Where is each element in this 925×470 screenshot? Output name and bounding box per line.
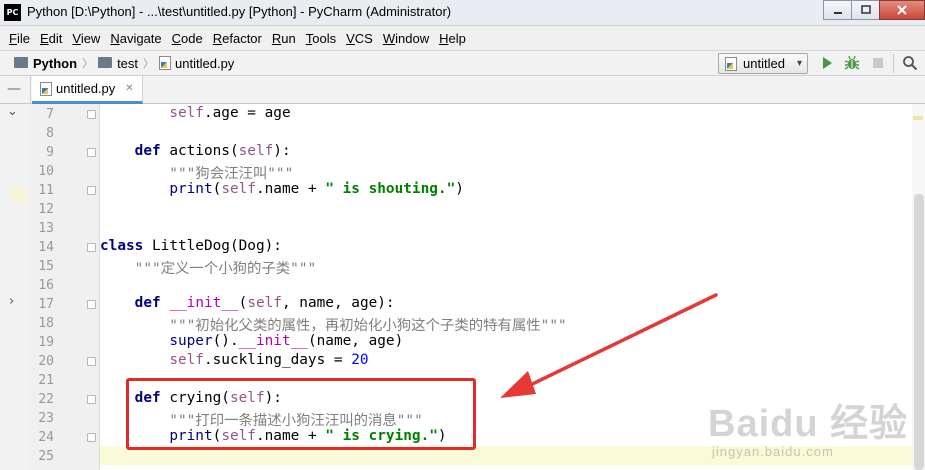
breadcrumb-separator-icon: 〉 [143,58,155,70]
close-icon [897,5,907,15]
chevron-down-icon: ▾ [796,58,802,69]
breadcrumb-folder[interactable]: test [117,56,138,71]
code-editor[interactable]: ⌄ › 7 8 9 10 11 12 13 14 15 16 17 18 19 … [0,104,925,470]
menu-navigate[interactable]: Navigate [110,31,161,46]
menu-view[interactable]: View [72,31,100,46]
close-button[interactable] [879,0,925,20]
run-configuration-select[interactable]: untitled ▾ [718,53,808,74]
breadcrumb-separator-icon: 〉 [82,58,94,70]
minimize-button[interactable] [823,0,852,20]
menu-refactor[interactable]: Refactor [213,31,262,46]
menu-file[interactable]: File [9,31,30,46]
pycharm-logo-icon: PC [4,4,21,21]
maximize-icon [860,5,871,14]
breadcrumb-file[interactable]: untitled.py [175,56,234,71]
window-controls [823,0,925,20]
navigation-bar: Python 〉 test 〉 untitled.py untitled ▾ [0,50,925,76]
window-title: Python [D:\Python] - ...\test\untitled.p… [27,4,452,19]
stop-icon[interactable] [870,55,886,71]
minimize-icon [833,12,842,14]
menu-vcs[interactable]: VCS [346,31,373,46]
maximize-button[interactable] [851,0,880,20]
menu-run[interactable]: Run [272,31,296,46]
watermark-url: jingyan.baidu.com [712,444,834,459]
tab-divider [30,76,31,104]
project-folder-icon [14,56,28,68]
watermark-brand: Baidu 经验 [708,403,909,445]
python-file-icon [725,57,737,71]
menu-bar: File Edit View Navigate Code Refactor Ru… [0,26,925,50]
toolbar-divider [893,54,894,73]
baidu-watermark: Baidu 经验 jingyan.baidu.com [700,384,925,470]
menu-help[interactable]: Help [439,31,466,46]
menu-code[interactable]: Code [172,31,203,46]
python-file-icon [159,56,172,70]
run-icon[interactable] [819,55,835,71]
menu-window[interactable]: Window [383,31,429,46]
menu-edit[interactable]: Edit [40,31,62,46]
run-configuration-label: untitled [743,56,785,71]
close-tab-icon[interactable]: ✕ [125,83,133,94]
window-title-bar: PC Python [D:\Python] - ...\test\untitle… [0,0,925,26]
tab-untitled-py[interactable]: untitled.py ✕ [32,76,143,104]
tab-label: untitled.py [56,81,116,96]
folder-icon [98,56,113,68]
search-icon[interactable] [902,55,918,71]
breadcrumb-project[interactable]: Python [33,56,77,71]
python-file-icon [40,81,52,96]
debug-icon[interactable] [844,55,860,71]
menu-tools[interactable]: Tools [306,31,336,46]
breadcrumb: Python 〉 test 〉 untitled.py [14,55,234,71]
editor-tab-bar: — untitled.py ✕ [0,76,925,104]
project-panel-toggle-icon[interactable]: — [7,81,21,97]
